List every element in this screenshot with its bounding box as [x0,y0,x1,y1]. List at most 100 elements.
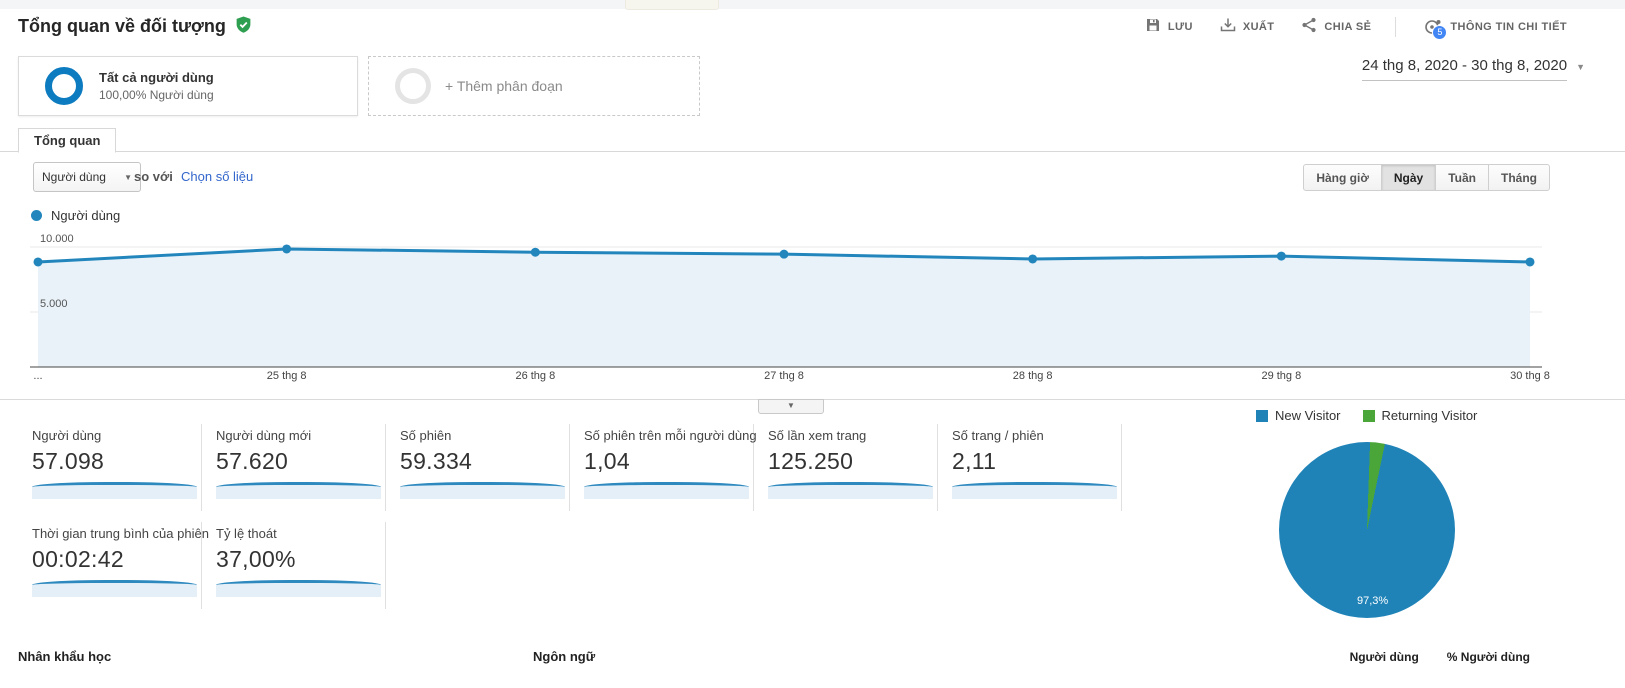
metric-card: Số lần xem trang 125.250 [754,424,938,511]
data-point[interactable] [779,249,789,259]
metric-label: Tỷ lệ thoát [216,526,277,541]
metric-sparkline [400,482,565,499]
metric-value: 37,00% [216,546,296,572]
metric-value: 57.098 [32,448,105,474]
users-area-chart[interactable] [30,225,1542,377]
x-axis-labels: ... 25 thg 8 26 thg 8 27 thg 8 28 thg 8 29 th… [30,370,1549,384]
chevron-down-icon: ▼ [124,172,132,182]
metric-value: 00:02:42 [32,546,124,572]
x-tick-label: 25 thg 8 [266,370,307,382]
shield-check-icon [235,16,252,39]
x-tick-label: 26 thg 8 [515,370,556,382]
x-tick-label: 29 thg 8 [1261,370,1302,382]
y-tick-10000: 10.000 [40,233,74,245]
new-visitor-swatch-icon [1256,409,1268,422]
metric-select-dropdown[interactable]: Người dùng ▼ [33,162,141,192]
actions-divider [1395,17,1397,37]
language-header: Ngôn ngữ [533,649,596,664]
metric-sparkline [32,580,197,597]
metric-sparkline [216,482,381,499]
data-point[interactable] [33,257,43,267]
metric-value: 125.250 [768,448,854,474]
data-point[interactable] [282,244,292,254]
pie-slice-label: 97,3% [1357,595,1389,607]
y-tick-5000: 5.000 [40,298,68,310]
metric-card: Tỷ lệ thoát 37,00% [202,522,386,609]
x-tick-label: 30 thg 8 [1510,370,1550,382]
chart-legend: Người dùng [31,208,120,223]
metric-sparkline [216,580,381,597]
metric-value: 59.334 [400,448,473,474]
table-column-headers: Người dùng % Người dùng [1322,650,1530,664]
metric-label: Số lần xem trang [768,428,867,443]
segment-ring-icon [395,68,431,104]
metric-label: Người dùng mới [216,428,312,443]
data-point[interactable] [1276,251,1286,261]
granularity-week[interactable]: Tuần [1435,164,1489,191]
export-icon [1220,17,1236,38]
fading-toast [625,0,719,10]
insights-icon: 5 [1423,17,1448,40]
metrics-row-2: Thời gian trung bình của phiên 00:02:42 Tỷ… [18,522,386,609]
page-title: Tổng quan về đối tượng [18,16,226,36]
granularity-month[interactable]: Tháng [1488,164,1550,191]
metric-card: Số phiên trên mỗi người dùng 1,04 [570,424,757,511]
metric-label: Người dùng [32,428,102,443]
legend-item-new-visitor: New Visitor [1256,408,1341,423]
segment-all-users[interactable]: Tất cả người dùng 100,00% Người dùng [18,56,358,116]
insights-badge: 5 [1432,25,1448,40]
save-icon [1145,17,1161,38]
pie-legend: New Visitor Returning Visitor [1256,408,1499,423]
legend-item-returning-visitor: Returning Visitor [1362,408,1477,423]
visitor-type-pie-chart[interactable] [1279,442,1455,618]
demographics-header: Nhân khẩu học [18,649,112,664]
metric-value: 2,11 [952,448,997,474]
granularity-day[interactable]: Ngày [1380,164,1437,191]
metric-value: 1,04 [584,448,630,474]
metric-value: 57.620 [216,448,289,474]
chevron-down-icon: ▼ [1576,62,1585,72]
header-actions: LƯU XUẤT CHIA SẺ 5 THÔNG TIN CHI TIẾT [1118,16,1567,40]
data-point[interactable] [1028,254,1038,264]
x-tick-label: 27 thg 8 [764,370,804,382]
versus-label: so với [134,169,173,184]
audience-overview-page: Tổng quan về đối tượng LƯU XUẤT CHIA SẺ … [0,0,1625,688]
share-icon [1301,17,1317,38]
granularity-switcher: Hàng giờ Ngày Tuần Tháng [1303,164,1550,191]
metric-label: Số phiên [400,428,452,443]
metric-card: Số trang / phiên 2,11 [938,424,1122,511]
metric-card: Người dùng mới 57.620 [202,424,386,511]
x-tick-label: ... [33,370,43,382]
page-header: Tổng quan về đối tượng [18,14,252,39]
legend-dot-icon [31,210,42,221]
segment-title: Tất cả người dùng [99,70,214,85]
metric-card: Số phiên 59.334 [386,424,570,511]
metric-sparkline [952,482,1117,499]
add-segment-button[interactable]: + Thêm phân đoạn [368,56,700,116]
legend-label: Người dùng [51,208,121,223]
granularity-hourly[interactable]: Hàng giờ [1303,164,1382,191]
export-button[interactable]: XUẤT [1220,17,1275,38]
data-point[interactable] [530,247,540,257]
timeline-expander-handle[interactable]: ▼ [758,399,824,414]
col-pct-users: % Người dùng [1446,650,1530,664]
save-button[interactable]: LƯU [1145,17,1193,38]
segment-subtitle: 100,00% Người dùng [99,88,214,102]
x-tick-label: 28 thg 8 [1012,370,1053,382]
metric-label: Thời gian trung bình của phiên [32,526,209,541]
date-range-picker[interactable]: 24 thg 8, 2020 - 30 thg 8, 2020 ▼ [1361,57,1585,81]
data-point[interactable] [1525,257,1535,267]
insights-button[interactable]: 5 THÔNG TIN CHI TIẾT [1423,17,1567,40]
col-users: Người dùng [1349,650,1419,664]
metrics-row-1: Người dùng 57.098 Người dùng mới 57.620 Số p… [18,424,1122,511]
share-button[interactable]: CHIA SẺ [1301,17,1371,38]
top-strip [0,0,1625,9]
choose-metric-link[interactable]: Chọn số liệu [181,169,253,184]
segment-donut-icon [45,67,83,105]
date-range-label: 24 thg 8, 2020 - 30 thg 8, 2020 [1361,57,1568,81]
metric-sparkline [32,482,197,499]
metric-card: Thời gian trung bình của phiên 00:02:42 [18,522,209,609]
add-segment-label: + Thêm phân đoạn [445,78,563,94]
metric-sparkline [768,482,933,499]
tab-overview[interactable]: Tổng quan [18,128,117,153]
